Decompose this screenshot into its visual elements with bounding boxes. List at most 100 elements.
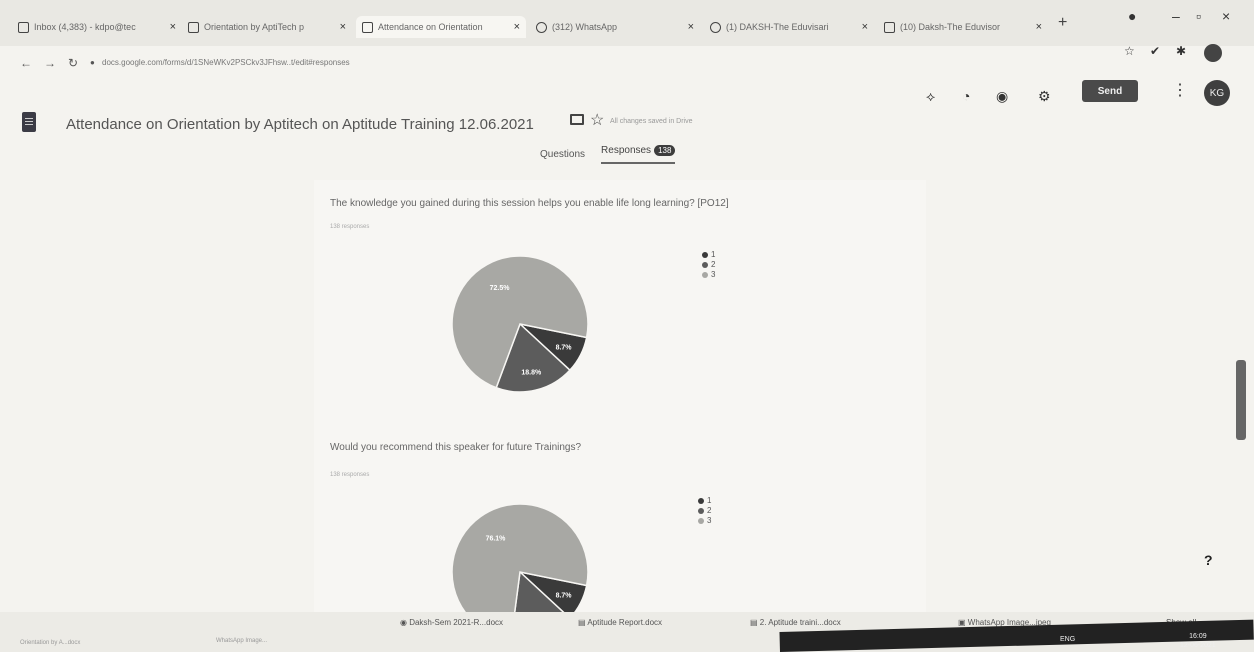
bookmark-star-icon[interactable]: ☆ <box>1124 44 1135 58</box>
tab-daksh-1[interactable]: (1) DAKSH-The Eduvisari × <box>704 16 874 38</box>
minimize-icon[interactable]: – <box>1172 8 1180 24</box>
clock-date: 12-06-2021 <box>1180 642 1216 649</box>
legend-label: 1 <box>711 250 716 259</box>
question-title: Would you recommend this speaker for fut… <box>330 442 582 453</box>
close-icon[interactable]: × <box>170 21 176 33</box>
tab-questions[interactable]: Questions <box>540 149 585 160</box>
window-close-icon[interactable]: × <box>1222 8 1230 24</box>
address-bar-row: ← → ↻ ● docs.google.com/forms/d/1SNeWKv2… <box>0 44 1254 80</box>
responses-card: The knowledge you gained during this ses… <box>314 180 926 641</box>
record-icon[interactable]: ● <box>1128 8 1136 24</box>
tab-daksh-2[interactable]: (10) Daksh-The Eduvisor × <box>878 16 1048 38</box>
tab-label: (1) DAKSH-The Eduvisari <box>726 22 829 32</box>
drive-icon <box>188 21 199 33</box>
profile-avatar[interactable] <box>1204 44 1222 62</box>
clock-time: 16:09 <box>1189 633 1207 640</box>
gmail-icon <box>18 21 29 33</box>
page-scrollbar[interactable] <box>1236 360 1246 440</box>
forms-icon <box>362 21 373 33</box>
form-title[interactable]: Attendance on Orientation by Aptitech on… <box>66 116 534 133</box>
browser-tab-strip: Inbox (4,383) - kdpo@tec × Orientation b… <box>0 0 1254 46</box>
image-icon: ▣ <box>958 618 968 627</box>
taskbar-item[interactable]: Orientation by A...docx <box>20 640 80 646</box>
settings-gear-icon[interactable]: ⚙ <box>1038 88 1051 105</box>
legend-item: 2 <box>702 260 715 270</box>
download-label: Daksh-Sem 2021-R...docx <box>409 618 504 627</box>
download-label: Aptitude Report.docx <box>587 618 663 627</box>
page-icon <box>884 21 895 33</box>
pie-slice-label: 76.1% <box>486 536 507 543</box>
legend-item: 3 <box>702 270 715 280</box>
account-avatar[interactable]: KG <box>1204 80 1230 106</box>
taskbar-item[interactable]: WhatsApp Image... <box>216 638 267 644</box>
download-item[interactable]: ▤ Aptitude Report.docx <box>578 618 662 627</box>
response-count: 138 responses <box>330 224 370 230</box>
new-tab-button[interactable]: + <box>1058 14 1067 32</box>
pie-chart-q1: 8.7% 18.8% 72.5% <box>451 255 589 393</box>
close-icon[interactable]: × <box>1036 21 1042 33</box>
legend-label: 2 <box>707 506 712 515</box>
tab-whatsapp[interactable]: (312) WhatsApp × <box>530 16 700 38</box>
tray-lang[interactable]: ENG <box>1060 636 1075 643</box>
taskbar-clock[interactable]: 16:09 12-06-2021 <box>1180 632 1216 650</box>
legend-label: 3 <box>711 270 716 279</box>
close-icon[interactable]: × <box>862 21 868 33</box>
facebook-icon <box>710 21 721 33</box>
save-status: All changes saved in Drive <box>610 118 693 125</box>
pie-slice-label: 8.7% <box>556 344 573 351</box>
legend-item: 3 <box>698 516 711 526</box>
close-icon[interactable]: × <box>340 21 346 33</box>
url-field[interactable]: docs.google.com/forms/d/1SNeWKv2PSCkv3JF… <box>102 58 350 67</box>
pie-slice-label: 72.5% <box>490 285 511 292</box>
tab-gmail[interactable]: Inbox (4,383) - kdpo@tec × <box>12 16 182 38</box>
question-title: The knowledge you gained during this ses… <box>330 198 729 209</box>
addons-icon[interactable]: ⟡ <box>926 88 935 105</box>
preview-eye-icon[interactable]: ◉ <box>996 88 1008 105</box>
tab-responses[interactable]: Responses 138 <box>601 145 676 164</box>
form-tabs: Questions Responses 138 <box>540 145 676 164</box>
pie-slice-label: 8.7% <box>556 592 573 599</box>
whatsapp-icon <box>536 21 547 33</box>
tab-label: Attendance on Orientation <box>378 22 483 32</box>
legend-label: 3 <box>707 516 712 525</box>
legend-q1: 1 2 3 <box>702 250 715 280</box>
palette-icon[interactable]: ◔ <box>962 88 970 104</box>
download-label: 2. Aptitude traini...docx <box>759 618 841 627</box>
response-count: 138 responses <box>330 472 370 478</box>
back-icon[interactable]: ← <box>20 56 32 70</box>
tab-label: Inbox (4,383) - kdpo@tec <box>34 22 136 32</box>
download-item[interactable]: ◉ Daksh-Sem 2021-R...docx <box>400 618 503 627</box>
folder-icon[interactable] <box>570 114 584 125</box>
tab-responses-label: Responses <box>601 145 652 156</box>
forward-icon[interactable]: → <box>44 56 56 70</box>
tab-label: (312) WhatsApp <box>552 22 618 32</box>
more-options-icon[interactable]: ⋮ <box>1172 80 1188 100</box>
doc-icon: ▤ <box>750 618 760 627</box>
tab-label: (10) Daksh-The Eduvisor <box>900 22 1001 32</box>
legend-q2: 1 2 3 <box>698 496 711 526</box>
star-icon[interactable]: ☆ <box>590 110 604 130</box>
forms-logo-icon[interactable] <box>22 112 36 132</box>
pie-slice-label: 18.8% <box>521 370 542 377</box>
doc-icon: ◉ <box>400 618 410 627</box>
legend-label: 2 <box>711 260 716 269</box>
help-icon[interactable]: ? <box>1204 552 1213 568</box>
send-button[interactable]: Send <box>1082 80 1138 102</box>
extension-check-icon[interactable]: ✔ <box>1150 44 1160 58</box>
maximize-icon[interactable]: ▫ <box>1196 8 1201 24</box>
tab-attendance-form[interactable]: Attendance on Orientation × <box>356 16 526 38</box>
legend-item: 1 <box>698 496 711 506</box>
tab-orientation[interactable]: Orientation by AptiTech p × <box>182 16 352 38</box>
close-icon[interactable]: × <box>688 21 694 33</box>
legend-item: 1 <box>702 250 715 260</box>
legend-label: 1 <box>707 496 712 505</box>
doc-icon: ▤ <box>578 618 588 627</box>
reload-icon[interactable]: ↻ <box>68 56 78 70</box>
extensions-puzzle-icon[interactable]: ✱ <box>1176 44 1186 58</box>
download-item[interactable]: ▤ 2. Aptitude traini...docx <box>750 618 841 627</box>
tab-label: Orientation by AptiTech p <box>204 22 305 32</box>
legend-item: 2 <box>698 506 711 516</box>
responses-count-badge: 138 <box>654 145 676 156</box>
lock-icon: ● <box>90 58 95 67</box>
close-icon[interactable]: × <box>514 21 520 33</box>
